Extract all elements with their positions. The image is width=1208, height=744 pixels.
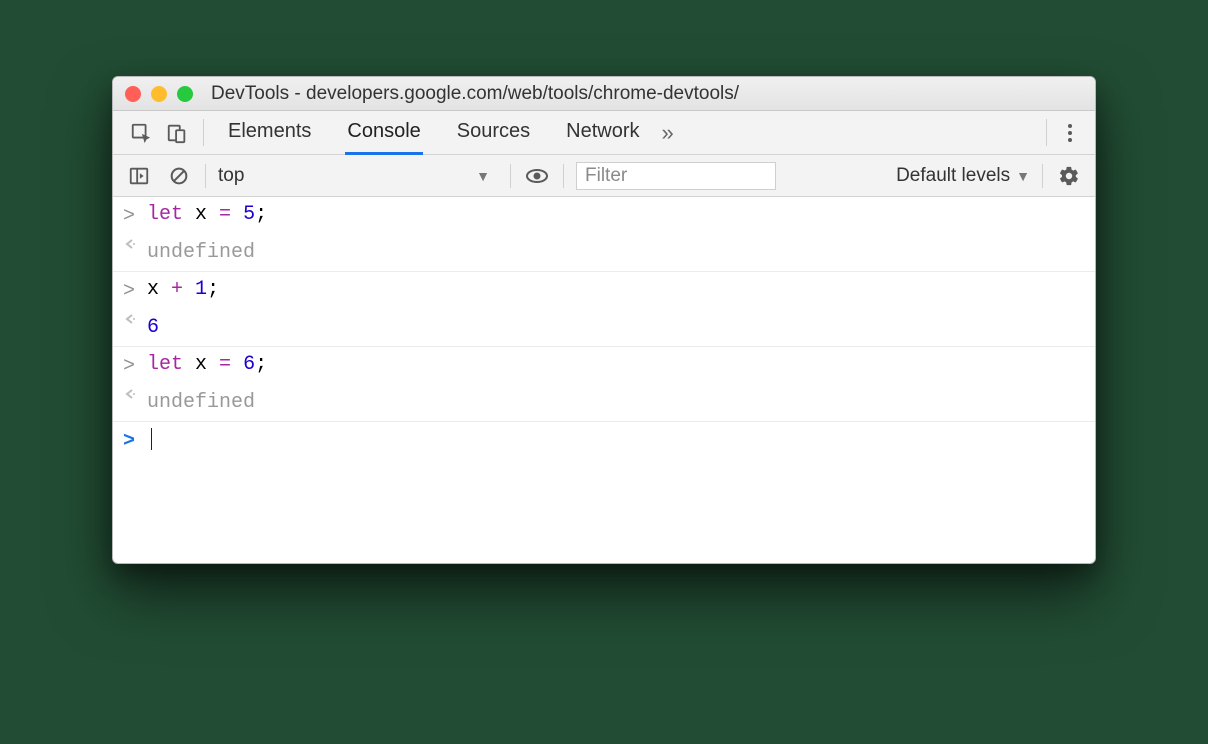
- devtools-tabbar: Elements Console Sources Network »: [113, 111, 1095, 155]
- window-minimize-button[interactable]: [151, 86, 167, 102]
- code-text: 6: [147, 310, 159, 346]
- console-filter-input[interactable]: [576, 162, 776, 190]
- code-text: undefined: [147, 235, 255, 271]
- live-expression-icon[interactable]: [523, 162, 551, 190]
- console-input-line: >let x = 6;: [113, 347, 1095, 385]
- chevron-down-icon: ▼: [476, 168, 490, 184]
- tab-list: Elements Console Sources Network: [212, 111, 656, 154]
- devtools-window: DevTools - developers.google.com/web/too…: [112, 76, 1096, 564]
- console-output-line: undefined: [113, 235, 1095, 272]
- console-prompt[interactable]: >: [113, 422, 1095, 460]
- divider: [1042, 164, 1043, 188]
- tab-elements[interactable]: Elements: [226, 111, 313, 155]
- code-text: let x = 6;: [147, 347, 267, 383]
- divider: [1046, 119, 1047, 146]
- input-marker-icon: >: [123, 347, 147, 385]
- code-text: x + 1;: [147, 272, 219, 308]
- window-zoom-button[interactable]: [177, 86, 193, 102]
- console-input-line: >let x = 5;: [113, 197, 1095, 235]
- chevron-down-icon: ▼: [1016, 168, 1030, 184]
- tab-sources[interactable]: Sources: [455, 111, 532, 155]
- divider: [203, 119, 204, 146]
- tabs-overflow-button[interactable]: »: [656, 111, 680, 154]
- show-console-sidebar-icon[interactable]: [125, 162, 153, 190]
- code-text: undefined: [147, 385, 255, 421]
- execution-context-selector[interactable]: top ▼: [218, 165, 498, 187]
- input-marker-icon: >: [123, 197, 147, 235]
- code-text: let x = 5;: [147, 197, 267, 233]
- levels-label: Default levels: [896, 165, 1010, 187]
- output-marker-icon: [123, 235, 147, 251]
- text-cursor: [151, 428, 152, 450]
- console-output: >let x = 5;undefined>x + 1;6>let x = 6;u…: [113, 197, 1095, 460]
- title-bar: DevTools - developers.google.com/web/too…: [113, 77, 1095, 111]
- clear-console-icon[interactable]: [165, 162, 193, 190]
- inspect-element-icon[interactable]: [123, 111, 159, 154]
- prompt-marker-icon: >: [123, 422, 147, 460]
- output-marker-icon: [123, 310, 147, 326]
- context-label: top: [218, 165, 244, 187]
- prompt-input[interactable]: [147, 422, 152, 458]
- log-levels-selector[interactable]: Default levels ▼: [896, 165, 1030, 187]
- divider: [205, 164, 206, 188]
- window-title: DevTools - developers.google.com/web/too…: [211, 83, 739, 105]
- tab-network[interactable]: Network: [564, 111, 641, 155]
- divider: [510, 164, 511, 188]
- divider: [563, 164, 564, 188]
- input-marker-icon: >: [123, 272, 147, 310]
- tab-console[interactable]: Console: [345, 111, 422, 155]
- window-close-button[interactable]: [125, 86, 141, 102]
- device-toolbar-icon[interactable]: [159, 111, 195, 154]
- console-input-line: >x + 1;: [113, 272, 1095, 310]
- more-options-button[interactable]: [1055, 111, 1085, 154]
- console-output-line: 6: [113, 310, 1095, 347]
- console-settings-icon[interactable]: [1055, 162, 1083, 190]
- console-output-line: undefined: [113, 385, 1095, 422]
- output-marker-icon: [123, 385, 147, 401]
- console-toolbar: top ▼ Default levels ▼: [113, 155, 1095, 197]
